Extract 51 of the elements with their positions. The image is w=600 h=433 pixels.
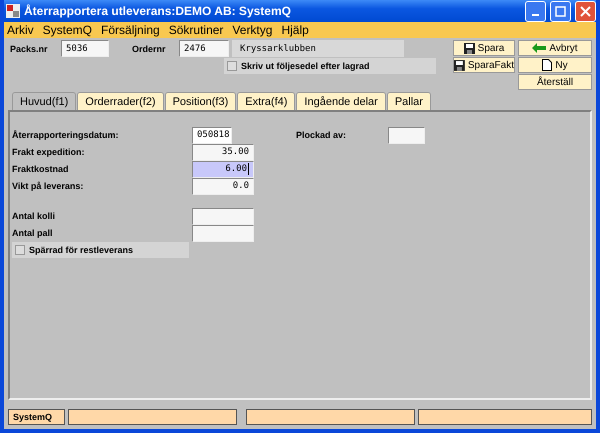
packs-number-field[interactable]: 5036 bbox=[61, 40, 109, 57]
menu-item[interactable]: Hjälp bbox=[281, 23, 309, 37]
tab[interactable]: Huvud(f1) bbox=[12, 92, 76, 110]
number-field[interactable]: 0.0 bbox=[192, 178, 254, 194]
field-label: Packs.nr bbox=[10, 44, 49, 54]
status-panel: SystemQ bbox=[8, 409, 65, 425]
number-field[interactable] bbox=[192, 208, 254, 224]
menu-item[interactable]: SystemQ bbox=[42, 23, 92, 37]
checkbox-label: Skriv ut följesedel efter lagrad bbox=[241, 61, 370, 71]
tab[interactable]: Orderrader(f2) bbox=[77, 92, 164, 110]
close-icon bbox=[580, 6, 591, 16]
tab[interactable]: Pallar bbox=[386, 92, 431, 110]
menu-item[interactable]: Försäljning bbox=[101, 23, 160, 37]
field-label: Antal pall bbox=[12, 228, 54, 238]
date-field[interactable]: 050818 bbox=[192, 126, 232, 144]
minimize-icon bbox=[532, 14, 539, 16]
menu-item[interactable]: Arkiv bbox=[7, 23, 34, 37]
menu-item[interactable]: Verktyg bbox=[232, 23, 272, 37]
order-number-field[interactable]: 2476 bbox=[179, 40, 229, 57]
tab[interactable]: Ingående delar bbox=[296, 92, 386, 110]
checkbox-label: Spärrad för restleverans bbox=[29, 245, 134, 255]
tab[interactable]: Position(f3) bbox=[164, 92, 236, 110]
checkbox[interactable] bbox=[15, 245, 25, 255]
number-field[interactable]: 35.00 bbox=[192, 144, 254, 160]
toolbar-button[interactable]: Spara bbox=[453, 40, 515, 56]
number-field[interactable] bbox=[192, 224, 254, 242]
field-label: Fraktkostnad bbox=[12, 164, 70, 174]
toolbar-button[interactable]: Avbryt bbox=[518, 40, 592, 56]
customer-name: Kryssarklubben bbox=[232, 40, 404, 57]
tab[interactable]: Extra(f4) bbox=[237, 92, 296, 110]
checkbox[interactable] bbox=[227, 61, 237, 71]
toolbar-button[interactable]: SparaFakt bbox=[453, 57, 515, 73]
maximize-icon bbox=[555, 6, 566, 16]
field-label: Ordernr bbox=[132, 44, 167, 54]
app-icon bbox=[6, 4, 20, 18]
field-label: Plockad av: bbox=[296, 130, 348, 140]
document-icon bbox=[542, 59, 552, 71]
field-label: Vikt på leverans: bbox=[12, 181, 84, 191]
field-label: Antal kolli bbox=[12, 211, 56, 221]
picked-by-field[interactable] bbox=[388, 126, 425, 144]
number-field[interactable]: 6.00 bbox=[192, 160, 254, 178]
window-title: Återrapportera utleverans:DEMO AB: SystemQ bbox=[24, 4, 292, 18]
toolbar-button[interactable]: Återställ bbox=[518, 74, 592, 90]
field-label: Återrapporteringsdatum: bbox=[12, 130, 120, 140]
minimize-button[interactable] bbox=[525, 0, 546, 22]
toolbar-button[interactable]: Ny bbox=[518, 57, 592, 73]
close-button[interactable] bbox=[575, 0, 596, 22]
arrow-left-icon bbox=[532, 43, 546, 53]
field-label: Frakt expedition: bbox=[12, 147, 86, 157]
maximize-button[interactable] bbox=[550, 0, 571, 22]
menu-item[interactable]: Sökrutiner bbox=[168, 23, 224, 37]
